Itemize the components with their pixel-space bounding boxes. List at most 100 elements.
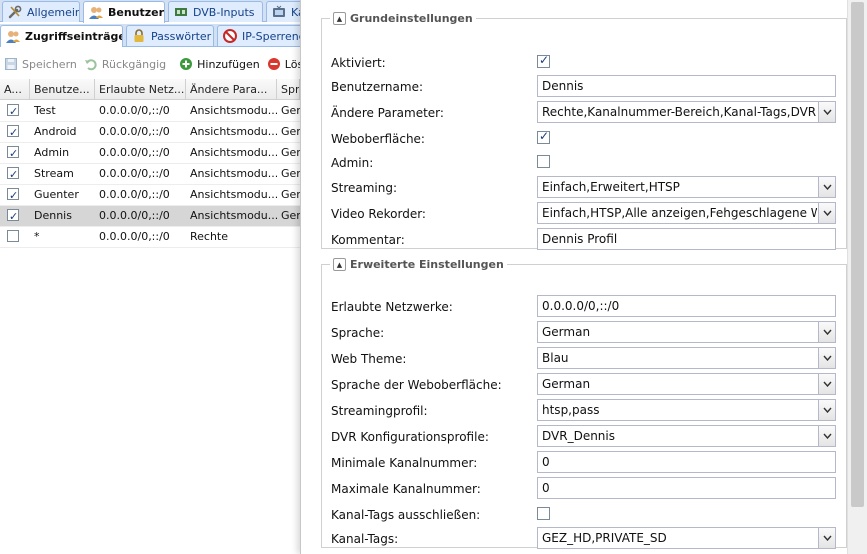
field-row-admin: Admin: bbox=[331, 151, 837, 175]
row-language: Ger bbox=[281, 146, 300, 159]
field-row-exclude-tags: Kanal-Tags ausschließen: bbox=[331, 503, 837, 527]
comment-label: Kommentar: bbox=[331, 233, 405, 247]
networks-label: Erlaubte Netzwerke: bbox=[331, 300, 453, 314]
basic-settings-fieldset: ▲ Grundeinstellungen Aktiviert: Benutzer… bbox=[321, 12, 847, 250]
channel-tags-label: Kanal-Tags: bbox=[331, 532, 399, 546]
chevron-down-icon[interactable] bbox=[818, 203, 835, 223]
column-header-enabled[interactable]: A... bbox=[0, 79, 30, 100]
field-row-enabled: Aktiviert: bbox=[331, 51, 837, 75]
delete-button[interactable]: Lösche bbox=[263, 54, 300, 74]
tab-passwords[interactable]: Passwörter bbox=[126, 25, 214, 46]
tab-channels[interactable]: Ka bbox=[266, 1, 300, 22]
basic-settings-legend[interactable]: ▲ Grundeinstellungen bbox=[330, 12, 476, 25]
tab-general[interactable]: Allgemein bbox=[2, 1, 80, 22]
table-row[interactable]: Test 0.0.0.0/0,::/0 Ansichtsmodu... Ger bbox=[0, 101, 300, 122]
advanced-settings-title: Erweiterte Einstellungen bbox=[350, 258, 504, 271]
undo-button[interactable]: Rückgängig bbox=[80, 54, 169, 74]
tv-icon bbox=[271, 4, 287, 20]
tab-ip-blocking-label: IP-Sperrene bbox=[242, 29, 300, 43]
row-enabled-checkbox[interactable] bbox=[7, 123, 19, 142]
dvb-card-icon bbox=[173, 4, 189, 20]
save-button[interactable]: Speichern bbox=[0, 54, 80, 74]
chevron-down-icon[interactable] bbox=[818, 528, 835, 548]
channel-tags-select[interactable]: GEZ_HD,PRIVATE_SD bbox=[537, 527, 836, 549]
chevron-down-icon[interactable] bbox=[818, 374, 835, 394]
column-header-username[interactable]: Benutze... bbox=[30, 79, 95, 100]
comment-input[interactable]: Dennis Profil bbox=[537, 228, 836, 250]
chevron-down-icon[interactable] bbox=[818, 426, 835, 446]
dvr-profile-select[interactable]: DVR_Dennis bbox=[537, 425, 836, 447]
table-row[interactable]: Stream 0.0.0.0/0,::/0 Ansichtsmodu... Ge… bbox=[0, 164, 300, 185]
admin-checkbox[interactable] bbox=[537, 155, 550, 168]
collapse-icon[interactable]: ▲ bbox=[333, 258, 346, 271]
tab-passwords-label: Passwörter bbox=[151, 29, 212, 43]
advanced-settings-legend[interactable]: ▲ Erweiterte Einstellungen bbox=[330, 258, 507, 271]
max-channel-input[interactable]: 0 bbox=[537, 477, 836, 499]
enabled-checkbox[interactable] bbox=[537, 53, 550, 68]
field-row-dvr-profile: DVR Konfigurationsprofile: DVR_Dennis bbox=[331, 425, 837, 449]
chevron-down-icon[interactable] bbox=[818, 348, 835, 368]
table-row[interactable]: Guenter 0.0.0.0/0,::/0 Ansichtsmodu... G… bbox=[0, 185, 300, 206]
row-username: * bbox=[34, 230, 40, 243]
row-enabled-checkbox[interactable] bbox=[7, 102, 19, 121]
row-enabled-checkbox[interactable] bbox=[7, 165, 19, 184]
theme-label: Web Theme: bbox=[331, 352, 407, 366]
column-header-params[interactable]: Ändere Para... bbox=[186, 79, 277, 100]
field-row-networks: Erlaubte Netzwerke: 0.0.0.0/0,::/0 bbox=[331, 295, 837, 319]
collapse-icon[interactable]: ▲ bbox=[333, 12, 346, 25]
row-params: Ansichtsmodu... bbox=[190, 188, 277, 201]
chevron-down-icon[interactable] bbox=[818, 400, 835, 420]
params-select[interactable]: Rechte,Kanalnummer-Bereich,Kanal-Tags,DV… bbox=[537, 101, 836, 123]
table-row[interactable]: Admin 0.0.0.0/0,::/0 Ansichtsmodu... Ger bbox=[0, 143, 300, 164]
row-enabled-checkbox[interactable] bbox=[7, 230, 19, 242]
users-icon bbox=[88, 5, 104, 21]
tab-general-label: Allgemein bbox=[27, 5, 80, 19]
row-params: Ansichtsmodu... bbox=[190, 104, 277, 117]
table-row[interactable]: Android 0.0.0.0/0,::/0 Ansichtsmodu... G… bbox=[0, 122, 300, 143]
stream-profile-select[interactable]: htsp,pass bbox=[537, 399, 836, 421]
field-row-streaming: Streaming: Einfach,Erweitert,HTSP bbox=[331, 176, 837, 200]
tab-users[interactable]: Benutzer bbox=[83, 1, 165, 23]
tab-access-entries[interactable]: Zugriffseinträge bbox=[0, 25, 123, 47]
recorder-select[interactable]: Einfach,HTSP,Alle anzeigen,Fehgeschlagen… bbox=[537, 202, 836, 224]
min-channel-input[interactable]: 0 bbox=[537, 451, 836, 473]
params-label: Ändere Parameter: bbox=[331, 106, 444, 120]
min-channel-label: Minimale Kanalnummer: bbox=[331, 456, 478, 470]
tab-ip-blocking[interactable]: IP-Sperrene bbox=[217, 25, 300, 46]
tab-dvb-inputs[interactable]: DVB-Inputs bbox=[168, 1, 263, 22]
row-enabled-checkbox[interactable] bbox=[7, 207, 19, 226]
add-button[interactable]: Hinzufügen bbox=[175, 54, 263, 74]
ui-language-select[interactable]: German bbox=[537, 373, 836, 395]
networks-input[interactable]: 0.0.0.0/0,::/0 bbox=[537, 295, 836, 317]
theme-select[interactable]: Blau bbox=[537, 347, 836, 369]
row-username: Admin bbox=[34, 146, 70, 159]
row-networks: 0.0.0.0/0,::/0 bbox=[99, 146, 170, 159]
row-enabled-checkbox[interactable] bbox=[7, 144, 19, 163]
language-select[interactable]: German bbox=[537, 321, 836, 343]
streaming-select[interactable]: Einfach,Erweitert,HTSP bbox=[537, 176, 836, 198]
scrollbar-thumb[interactable] bbox=[851, 2, 864, 507]
chevron-down-icon[interactable] bbox=[818, 177, 835, 197]
column-header-language[interactable]: Spr bbox=[277, 79, 300, 100]
main-tab-bar: Allgemein Benutzer DVB-Inputs Ka bbox=[0, 0, 300, 23]
table-row[interactable]: * 0.0.0.0/0,::/0 Rechte bbox=[0, 227, 300, 248]
grid-header: A... Benutze... Erlaubte Netz... Ändere … bbox=[0, 79, 300, 100]
field-row-max-channel: Maximale Kanalnummer: 0 bbox=[331, 477, 837, 501]
row-username: Stream bbox=[34, 167, 74, 180]
table-row-selected[interactable]: Dennis 0.0.0.0/0,::/0 Ansichtsmodu... Ge… bbox=[0, 206, 300, 227]
webui-checkbox[interactable] bbox=[537, 129, 550, 144]
dvr-profile-value: DVR_Dennis bbox=[542, 429, 615, 443]
form-scrollbar[interactable] bbox=[847, 0, 867, 554]
column-header-networks[interactable]: Erlaubte Netz... bbox=[95, 79, 186, 100]
recorder-label: Video Rekorder: bbox=[331, 207, 426, 221]
username-input[interactable]: Dennis bbox=[537, 75, 836, 97]
row-params: Ansichtsmodu... bbox=[190, 209, 277, 222]
row-networks: 0.0.0.0/0,::/0 bbox=[99, 104, 170, 117]
tab-users-label: Benutzer bbox=[108, 6, 165, 19]
chevron-down-icon[interactable] bbox=[818, 102, 835, 122]
stream-profile-label: Streamingprofil: bbox=[331, 404, 428, 418]
row-enabled-checkbox[interactable] bbox=[7, 186, 19, 205]
chevron-down-icon[interactable] bbox=[818, 322, 835, 342]
exclude-tags-checkbox[interactable] bbox=[537, 507, 550, 520]
field-row-min-channel: Minimale Kanalnummer: 0 bbox=[331, 451, 837, 475]
